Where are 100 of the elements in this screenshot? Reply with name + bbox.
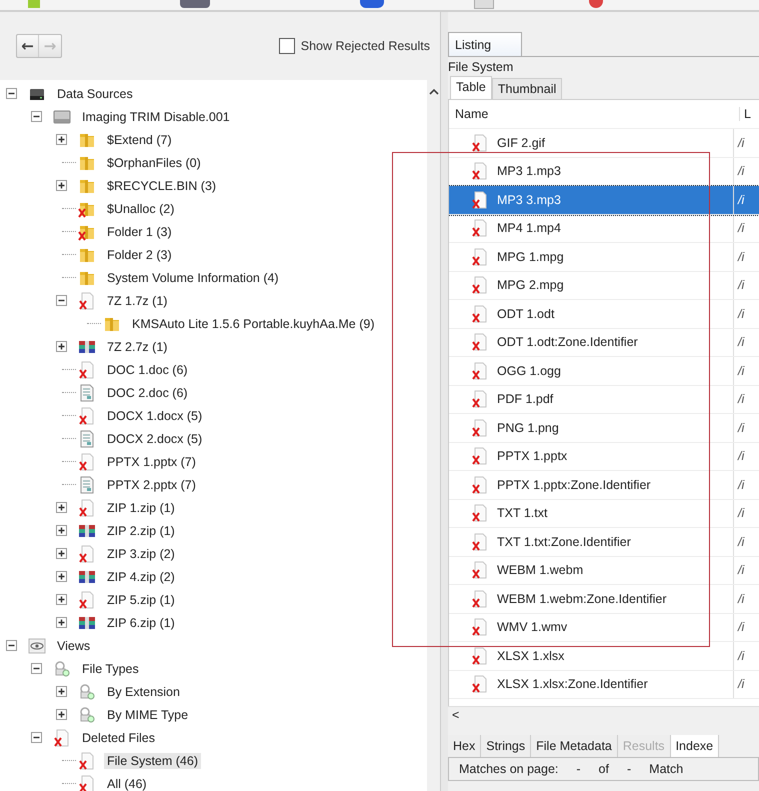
expand-toggle[interactable] xyxy=(56,709,67,720)
deleted-file-icon xyxy=(78,406,96,424)
collapse-toggle[interactable] xyxy=(31,111,42,122)
tree-item[interactable]: $Unalloc (2) xyxy=(104,200,178,216)
tree-item[interactable]: $Extend (7) xyxy=(104,132,175,148)
table-row[interactable]: PPTX 1.pptx:Zone.Identifier /i xyxy=(449,471,759,500)
tree-item[interactable]: Deleted Files xyxy=(79,730,158,746)
tree-item[interactable]: ZIP 1.zip (1) xyxy=(104,500,178,516)
tree-item[interactable]: 7Z 2.7z (1) xyxy=(104,338,170,354)
table-row[interactable]: PDF 1.pdf /i xyxy=(449,386,759,414)
tab[interactable]: Thumbnail xyxy=(492,78,562,99)
eye-icon xyxy=(28,636,46,654)
tree-item[interactable]: File System (46) xyxy=(104,752,201,768)
table-cell: /i xyxy=(733,272,759,299)
table-row[interactable]: ODT 1.odt:Zone.Identifier /i xyxy=(449,328,759,357)
tab[interactable]: Table xyxy=(450,76,492,99)
tree-item[interactable]: By MIME Type xyxy=(104,706,192,722)
tab[interactable]: Indexe xyxy=(670,735,720,757)
table-row[interactable]: WEBM 1.webm /i xyxy=(449,556,759,585)
column-header[interactable]: Name xyxy=(449,107,739,121)
table-row[interactable]: TXT 1.txt /i xyxy=(449,500,759,528)
tree-item[interactable]: PPTX 1.pptx (7) xyxy=(104,454,199,470)
back-button[interactable]: ← xyxy=(17,35,39,57)
deleted-file-icon xyxy=(78,544,96,562)
table-row[interactable]: OGG 1.ogg /i xyxy=(449,357,759,386)
table-row[interactable]: MP3 3.mp3 /i xyxy=(449,186,759,214)
collapse-toggle[interactable] xyxy=(31,663,42,674)
tree-item[interactable]: ZIP 5.zip (1) xyxy=(104,592,178,608)
table-cell: /i xyxy=(733,214,759,242)
column-header[interactable]: L xyxy=(739,107,759,121)
tree-item[interactable]: 7Z 1.7z (1) xyxy=(104,292,170,308)
tree-item[interactable]: ZIP 2.zip (1) xyxy=(104,522,178,538)
deleted-file-icon xyxy=(78,452,96,470)
table-row[interactable]: MPG 2.mpg /i xyxy=(449,272,759,300)
expand-toggle[interactable] xyxy=(56,502,67,513)
table-cell: PNG 1.png xyxy=(497,420,559,435)
expand-toggle[interactable] xyxy=(56,594,67,605)
tree-item[interactable]: Folder 2 (3) xyxy=(104,246,175,262)
table-row[interactable]: WEBM 1.webm:Zone.Identifier /i xyxy=(449,585,759,614)
tree-item[interactable]: PPTX 2.pptx (7) xyxy=(104,476,199,492)
tree-item[interactable]: KMSAuto Lite 1.5.6 Portable.kuyhAa.Me (9) xyxy=(129,316,378,332)
tree-item[interactable]: File Types xyxy=(79,660,142,676)
expand-toggle[interactable] xyxy=(56,180,67,191)
collapse-toggle[interactable] xyxy=(31,732,42,743)
table-row[interactable]: ODT 1.odt /i xyxy=(449,300,759,328)
scroll-up-icon[interactable] xyxy=(428,88,438,95)
tree-item[interactable]: ZIP 3.zip (2) xyxy=(104,546,178,562)
tree-item[interactable]: Views xyxy=(54,638,94,654)
toolbar-icon[interactable] xyxy=(180,0,210,8)
tree-item[interactable]: ZIP 4.zip (2) xyxy=(104,568,178,584)
tree-item[interactable]: Folder 1 (3) xyxy=(104,224,175,240)
tree-item[interactable]: DOC 1.doc (6) xyxy=(104,362,191,378)
collapse-toggle[interactable] xyxy=(56,295,67,306)
toolbar-icon[interactable] xyxy=(589,0,603,8)
listing-tab[interactable]: Listing xyxy=(448,32,522,56)
expand-toggle[interactable] xyxy=(56,571,67,582)
table-row[interactable]: TXT 1.txt:Zone.Identifier /i xyxy=(449,528,759,556)
document-icon xyxy=(78,384,96,402)
toolbar-icon[interactable] xyxy=(360,0,384,8)
table-row[interactable]: PNG 1.png /i xyxy=(449,414,759,442)
tree-item[interactable]: DOC 2.doc (6) xyxy=(104,384,191,400)
scrollbar[interactable] xyxy=(427,80,440,791)
collapse-toggle[interactable] xyxy=(6,88,17,99)
table-cell: MPG 1.mpg xyxy=(497,250,564,264)
collapse-toggle[interactable] xyxy=(6,640,17,651)
tree-item[interactable]: By Extension xyxy=(104,684,183,700)
scroll-left-button[interactable]: < xyxy=(452,708,460,722)
table-cell: XLSX 1.xlsx:Zone.Identifier xyxy=(497,677,648,692)
table-row[interactable]: MPG 1.mpg /i xyxy=(449,243,759,272)
tree-item[interactable]: $OrphanFiles (0) xyxy=(104,154,204,170)
deleted-file-icon xyxy=(471,618,489,636)
table-row[interactable]: XLSX 1.xlsx /i xyxy=(449,642,759,670)
expand-toggle[interactable] xyxy=(56,134,67,145)
tree-item[interactable]: ZIP 6.zip (1) xyxy=(104,614,178,630)
table-cell: MPG 2.mpg xyxy=(497,278,564,292)
table-cell: PDF 1.pdf xyxy=(497,392,554,406)
table-row[interactable]: MP4 1.mp4 /i xyxy=(449,214,759,243)
table-row[interactable]: XLSX 1.xlsx:Zone.Identifier /i xyxy=(449,670,759,699)
tree-item[interactable]: All (46) xyxy=(104,776,150,791)
tree-item[interactable]: DOCX 2.docx (5) xyxy=(104,430,206,446)
document-icon xyxy=(78,430,96,448)
expand-toggle[interactable] xyxy=(56,548,67,559)
deleted-file-icon xyxy=(471,248,489,266)
tree-item[interactable]: DOCX 1.docx (5) xyxy=(104,408,206,424)
tree-item[interactable]: Imaging TRIM Disable.001 xyxy=(79,108,233,124)
table-row[interactable]: PPTX 1.pptx /i xyxy=(449,442,759,471)
expand-toggle[interactable] xyxy=(56,686,67,697)
table-cell: WEBM 1.webm xyxy=(497,563,584,578)
table-row[interactable]: WMV 1.wmv /i xyxy=(449,614,759,642)
tree-item[interactable]: System Volume Information (4) xyxy=(104,270,282,286)
table-row[interactable]: GIF 2.gif /i xyxy=(449,129,759,158)
expand-toggle[interactable] xyxy=(56,341,67,352)
table-cell: GIF 2.gif xyxy=(497,136,545,150)
tree-item[interactable]: Data Sources xyxy=(54,86,136,102)
checkbox[interactable] xyxy=(278,38,295,54)
panel-title: File System xyxy=(448,59,514,76)
expand-toggle[interactable] xyxy=(56,617,67,628)
expand-toggle[interactable] xyxy=(56,525,67,536)
deleted-file-icon xyxy=(78,590,96,608)
tree-item[interactable]: $RECYCLE.BIN (3) xyxy=(104,178,220,194)
